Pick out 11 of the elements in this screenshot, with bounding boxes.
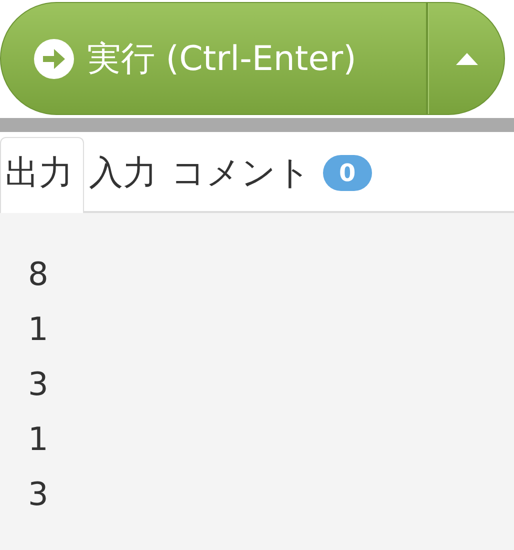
output-line: 8 [28,254,50,295]
arrow-circle-icon [33,38,75,80]
caret-icon [456,52,478,64]
count-badge: 0 [323,154,372,190]
output-line: 3 [28,364,50,405]
output-line: 3 [28,474,50,515]
output-line: 1 [28,309,50,350]
tab[interactable]: 出力 [0,137,84,213]
output-line: 1 [28,419,50,460]
tab[interactable]: 入力 [84,137,166,213]
tab[interactable]: コメント 0 [166,137,381,213]
